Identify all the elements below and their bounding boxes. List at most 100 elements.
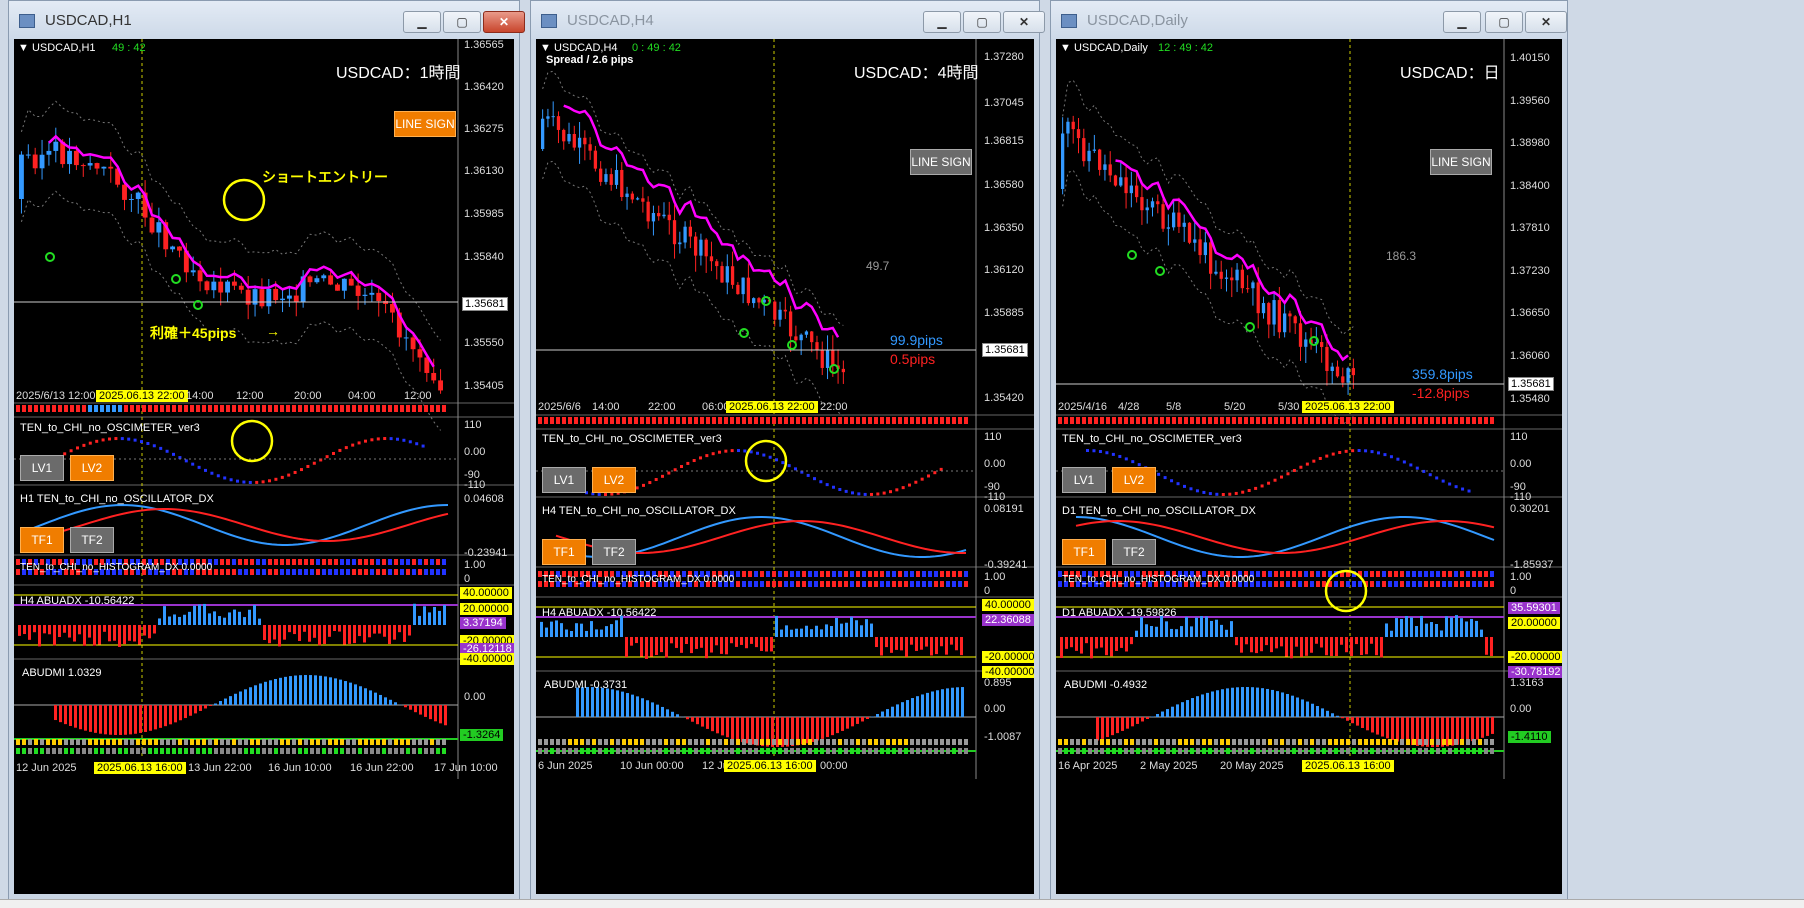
close-button[interactable]: ✕	[1003, 11, 1045, 33]
trend-strip-cell	[580, 417, 584, 424]
histogram-cell	[430, 559, 434, 565]
dmi-bar	[1236, 687, 1239, 717]
lv1-button[interactable]: LV1	[1062, 467, 1106, 493]
adx-bar	[860, 625, 863, 637]
chart-window-h1[interactable]: USDCAD,H1 ▁ ▢ ✕ ▼ USDCAD,H1 49 : 42 USDC…	[8, 0, 525, 900]
trend-strip-cell	[268, 405, 272, 412]
window-titlebar[interactable]: USDCAD,H4 ▁ ▢ ✕	[531, 1, 1045, 39]
trend-strip-cell	[838, 417, 842, 424]
dmi-bar	[404, 705, 407, 708]
status-strip-cell	[1130, 748, 1134, 754]
tf1-button[interactable]: TF1	[1062, 539, 1106, 565]
maximize-button[interactable]: ▢	[443, 11, 481, 33]
tf2-button[interactable]: TF2	[70, 527, 114, 553]
candle	[355, 285, 361, 296]
status-strip-cell	[1460, 739, 1464, 745]
histogram-cell	[250, 569, 254, 575]
chart-window-h4[interactable]: USDCAD,H4 ▁ ▢ ✕ ▼ USDCAD,H4 0 : 49 : 42 …	[530, 0, 1045, 900]
dmi-bar	[1121, 717, 1124, 731]
dmi-bar	[851, 717, 854, 727]
maximize-button[interactable]: ▢	[1485, 11, 1523, 33]
histogram-cell	[1274, 571, 1278, 577]
status-strip-cell	[22, 748, 26, 754]
adx-bar	[805, 625, 808, 637]
minimize-button[interactable]: ▁	[1443, 11, 1481, 33]
trend-strip-cell	[574, 417, 578, 424]
status-strip-cell	[760, 748, 764, 754]
candle	[725, 266, 729, 283]
trend-strip-cell	[256, 405, 260, 412]
histogram-cell	[370, 559, 374, 565]
close-button[interactable]: ✕	[1525, 11, 1567, 33]
status-strip-cell	[640, 748, 644, 754]
dmi-bar	[144, 705, 147, 732]
histogram-cell	[1424, 571, 1428, 577]
close-button[interactable]: ✕	[483, 11, 525, 33]
dmi-bar	[274, 678, 277, 705]
chart-window-daily[interactable]: USDCAD,Daily ▁ ▢ ✕ ▼ USDCAD,Daily 12 : 4…	[1050, 0, 1568, 900]
adx-bar	[1335, 637, 1338, 657]
trend-strip-cell	[334, 405, 338, 412]
status-strip-cell	[1376, 748, 1380, 754]
trend-strip-cell	[712, 417, 716, 424]
tf1-button[interactable]: TF1	[20, 527, 64, 553]
status-strip-cell	[166, 739, 170, 745]
status-strip-cell	[142, 748, 146, 754]
status-strip-cell	[130, 739, 134, 745]
window-titlebar[interactable]: USDCAD,Daily ▁ ▢ ✕	[1051, 1, 1567, 39]
status-strip-cell	[652, 748, 656, 754]
price-axis-label: 1.35840	[464, 251, 504, 263]
oscimeter-dot	[737, 449, 740, 453]
trend-strip-cell	[82, 405, 86, 412]
histogram-cell	[910, 581, 914, 587]
maximize-button[interactable]: ▢	[963, 11, 1001, 33]
lv1-button[interactable]: LV1	[20, 455, 64, 481]
lv2-button[interactable]: LV2	[592, 467, 636, 493]
chart-area[interactable]: ▼ USDCAD,H4 0 : 49 : 42 Spread / 2.6 pip…	[536, 39, 1034, 894]
status-strip-cell	[910, 739, 914, 745]
status-strip-cell	[1196, 748, 1200, 754]
hist-axis-label: 1.00	[464, 559, 486, 571]
status-strip-cell	[346, 739, 350, 745]
chart-area[interactable]: ▼ USDCAD,Daily 12 : 49 : 42 USDCAD：日 LIN…	[1056, 39, 1562, 894]
line-sign-button[interactable]: LINE SIGN	[1430, 149, 1492, 175]
status-strip-cell	[1124, 748, 1128, 754]
status-strip-cell	[418, 739, 422, 745]
adx-bar	[88, 625, 91, 638]
oscimeter-dot	[604, 492, 607, 496]
line-sign-button[interactable]: LINE SIGN	[394, 111, 456, 137]
window-titlebar[interactable]: USDCAD,H1 ▁ ▢ ✕	[9, 1, 525, 39]
chart-area[interactable]: ▼ USDCAD,H1 49 : 42 USDCAD：1時間 LINE SIGN…	[14, 39, 514, 894]
tf2-button[interactable]: TF2	[592, 539, 636, 565]
adx-bar	[940, 637, 943, 647]
candle	[688, 226, 692, 237]
lv2-button[interactable]: LV2	[1112, 467, 1156, 493]
dmi-bar	[1116, 717, 1119, 734]
candle	[1108, 164, 1112, 176]
minimize-button[interactable]: ▁	[403, 11, 441, 33]
trend-strip-cell	[1262, 417, 1266, 424]
trend-strip-cell	[436, 405, 440, 412]
status-strip-cell	[1388, 739, 1392, 745]
minimize-button[interactable]: ▁	[923, 11, 961, 33]
time-axis-label: 2025/6/13 12:00	[16, 390, 96, 402]
oscimeter-dot	[680, 465, 683, 469]
trend-strip-cell	[730, 417, 734, 424]
trend-strip-cell	[412, 405, 416, 412]
lv2-button[interactable]: LV2	[70, 455, 114, 481]
adx-bar	[1245, 637, 1248, 645]
candle	[218, 281, 224, 293]
adx-bar	[640, 637, 643, 657]
symbol-label: ▼ USDCAD,H4	[540, 42, 618, 54]
line-sign-button[interactable]: LINE SIGN	[910, 149, 972, 175]
status-strip-cell	[934, 748, 938, 754]
oscimeter-dot	[1454, 485, 1458, 489]
status-strip-cell	[964, 739, 968, 745]
lv1-button[interactable]: LV1	[542, 467, 586, 493]
trend-strip-cell	[766, 417, 770, 424]
histogram-cell	[838, 581, 842, 587]
tf2-button[interactable]: TF2	[1112, 539, 1156, 565]
dmi-bar	[581, 687, 584, 717]
tf1-button[interactable]: TF1	[542, 539, 586, 565]
status-strip-cell	[1058, 739, 1062, 745]
